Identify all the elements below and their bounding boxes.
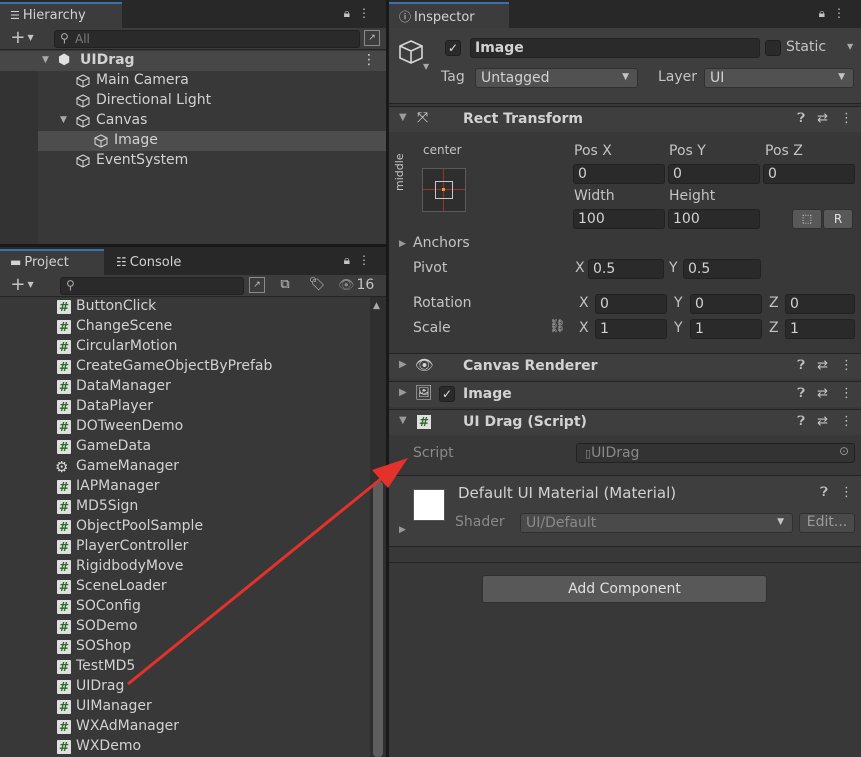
annotation-arrow — [127, 458, 408, 686]
annotation-arrow-line — [127, 476, 383, 686]
